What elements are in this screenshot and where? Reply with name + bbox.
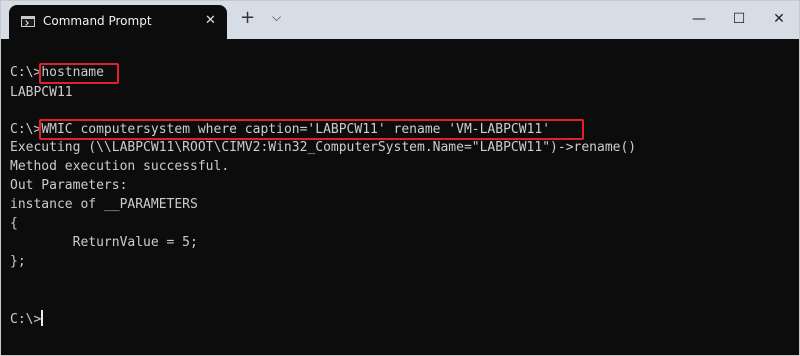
tab-close-icon[interactable]: ✕ [205, 13, 216, 28]
output-line: Method execution successful. [10, 159, 230, 174]
maximize-button[interactable]: ☐ [719, 1, 759, 39]
output-line: ReturnValue = 5; [10, 235, 198, 250]
terminal-icon [21, 16, 35, 27]
highlight-box-hostname [39, 63, 119, 84]
highlight-box-wmic-command [39, 119, 584, 140]
title-bar: Command Prompt ✕ + ⌵ — ☐ ✕ [1, 1, 799, 39]
text-cursor [41, 310, 44, 326]
close-button[interactable]: ✕ [759, 1, 799, 39]
prompt: C:\> [10, 312, 42, 327]
output-line: instance of __PARAMETERS [10, 197, 198, 212]
output-line: Out Parameters: [10, 178, 128, 193]
minimize-button[interactable]: — [679, 1, 719, 39]
prompt: C:\> [10, 65, 42, 80]
new-tab-button[interactable]: + [240, 7, 255, 28]
prompt: C:\> [10, 122, 42, 137]
tab-title: Command Prompt [43, 14, 152, 28]
output-line: Executing (\\LABPCW11\ROOT\CIMV2:Win32_C… [10, 140, 637, 155]
command-prompt-window: Command Prompt ✕ + ⌵ — ☐ ✕ C:\>hostname … [0, 0, 800, 356]
output-line: LABPCW11 [10, 85, 73, 100]
chevron-down-icon[interactable]: ⌵ [272, 10, 281, 25]
output-line: }; [10, 254, 26, 269]
terminal-output[interactable]: C:\>hostname LABPCW11 C:\>WMIC computers… [1, 39, 799, 355]
tab-command-prompt[interactable]: Command Prompt ✕ [9, 5, 227, 39]
output-line: { [10, 216, 18, 231]
prompt-line: C:\> [10, 310, 44, 329]
